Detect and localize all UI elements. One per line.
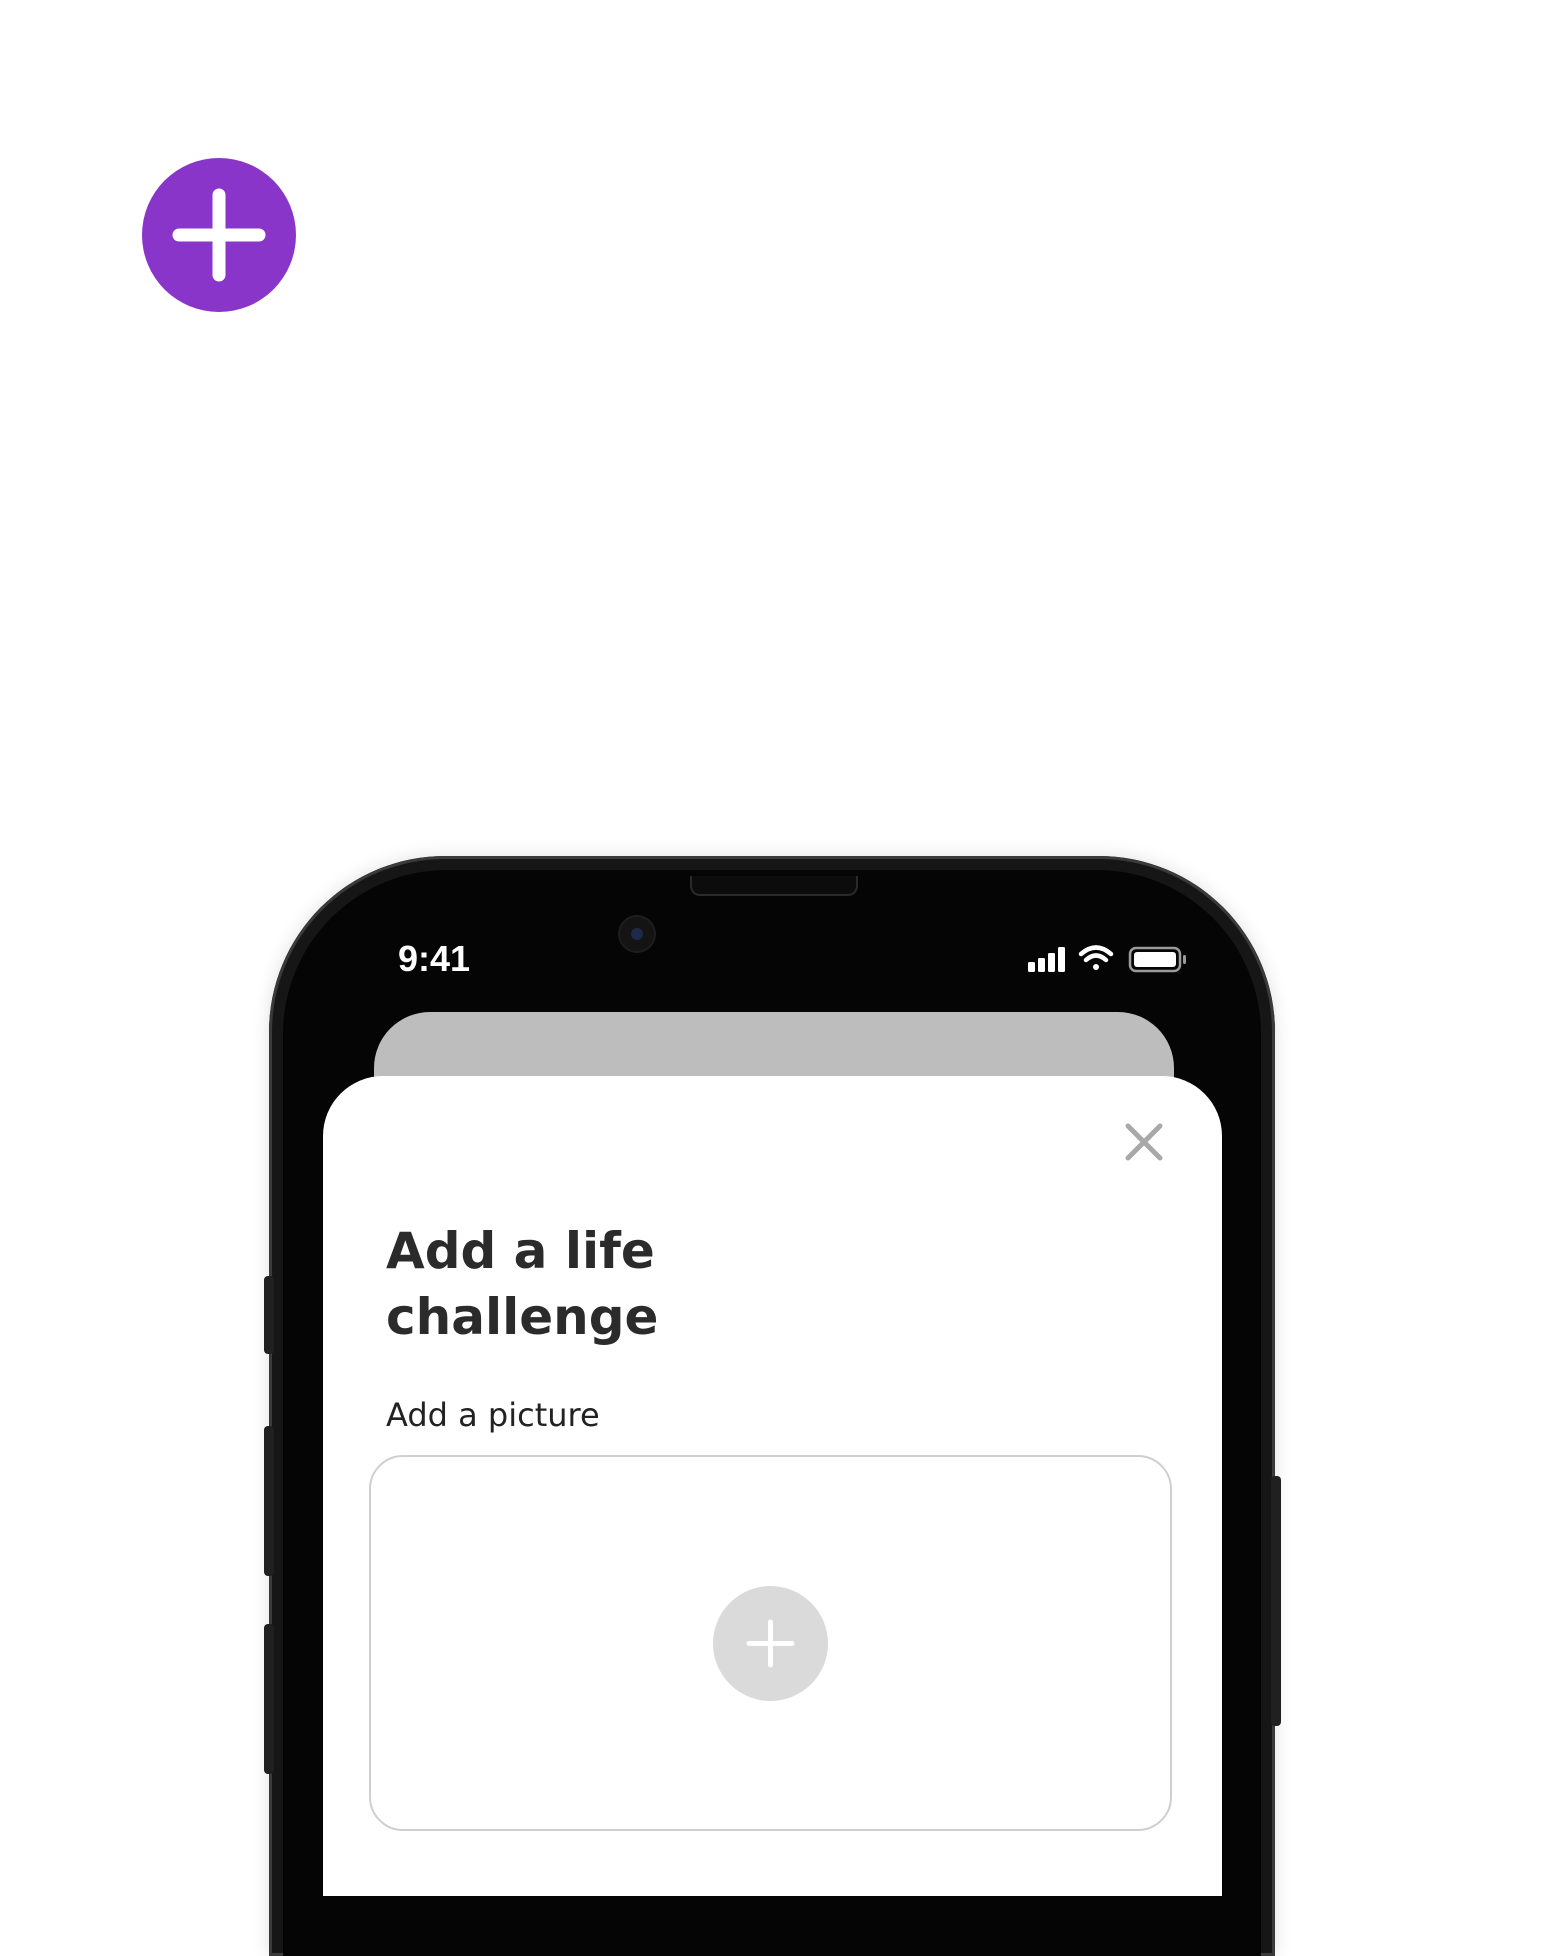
phone-side-button bbox=[264, 1276, 274, 1354]
phone-speaker bbox=[690, 876, 858, 896]
front-camera bbox=[620, 917, 654, 951]
picture-label: Add a picture bbox=[386, 1396, 600, 1434]
sheet-title: Add a life challenge bbox=[386, 1218, 946, 1350]
phone-side-button bbox=[264, 1624, 274, 1774]
status-time: 9:41 bbox=[398, 938, 471, 979]
add-button[interactable] bbox=[142, 158, 296, 312]
battery-icon bbox=[1128, 946, 1186, 973]
phone-side-button bbox=[264, 1426, 274, 1576]
close-icon[interactable] bbox=[1118, 1116, 1170, 1168]
sheet-title-line-1: Add a life bbox=[386, 1222, 655, 1280]
phone-side-button bbox=[1271, 1476, 1281, 1726]
wifi-icon bbox=[1078, 945, 1114, 970]
cellular-signal-icon bbox=[1028, 947, 1065, 972]
status-icons bbox=[1020, 942, 1190, 976]
plus-icon bbox=[172, 188, 266, 282]
sheet-title-line-2: challenge bbox=[386, 1288, 659, 1346]
add-picture-button[interactable] bbox=[713, 1586, 828, 1701]
plus-icon bbox=[746, 1619, 795, 1668]
